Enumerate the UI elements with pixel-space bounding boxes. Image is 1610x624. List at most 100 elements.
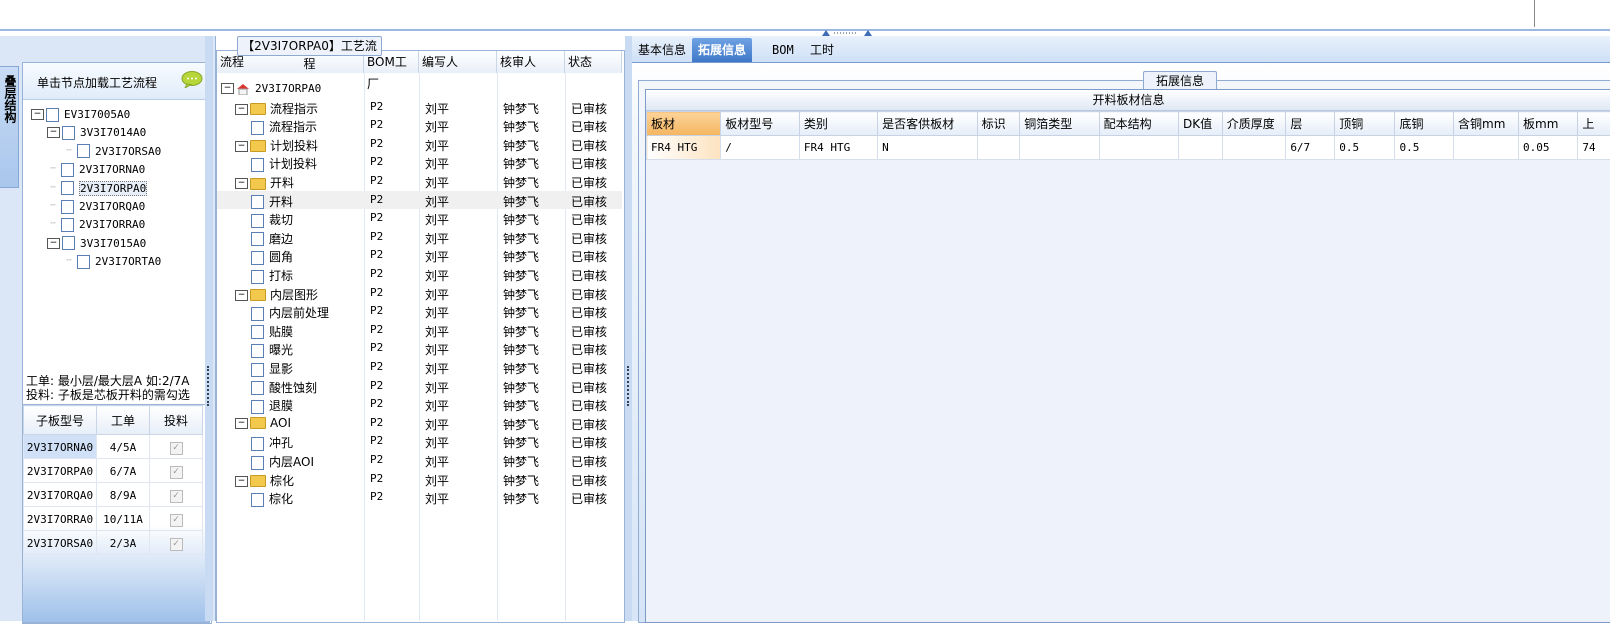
table-row[interactable]: −AOIP2刘平钟梦飞已审核 — [217, 414, 622, 433]
tree-node[interactable]: −3V3I7015A0 — [47, 234, 146, 252]
checkbox[interactable]: ✓ — [170, 490, 183, 503]
expand-toggle-icon[interactable]: ┄ — [47, 184, 59, 193]
table-row[interactable]: 圆角P2刘平钟梦飞已审核 — [217, 246, 622, 265]
grid-cell[interactable]: FR4 HTG — [799, 136, 877, 160]
table-row[interactable]: −计划投料P2刘平钟梦飞已审核 — [217, 135, 622, 154]
sub-table-header[interactable]: 工单 — [97, 406, 150, 435]
expand-toggle-icon[interactable]: ┄ — [47, 165, 59, 174]
expand-toggle-icon[interactable]: − — [47, 238, 60, 249]
sub-table-header[interactable]: 投料 — [150, 406, 203, 435]
table-row[interactable]: 2V3I7ORQA08/9A✓ — [24, 483, 203, 507]
tree-node[interactable]: −EV3I7005A0 — [31, 105, 130, 123]
expand-toggle-icon[interactable]: ┄ — [47, 202, 59, 211]
expand-toggle-icon[interactable]: ┄ — [63, 147, 75, 156]
checkbox[interactable]: ✓ — [170, 514, 183, 527]
table-row[interactable]: 内层前处理P2刘平钟梦飞已审核 — [217, 302, 622, 321]
table-row[interactable]: −开料P2刘平钟梦飞已审核 — [217, 172, 622, 191]
table-row[interactable]: 冲孔P2刘平钟梦飞已审核 — [217, 432, 622, 451]
table-row[interactable]: 内层AOIP2刘平钟梦飞已审核 — [217, 451, 622, 470]
table-row[interactable]: 显影P2刘平钟梦飞已审核 — [217, 358, 622, 377]
table-row[interactable]: 裁切P2刘平钟梦飞已审核 — [217, 209, 622, 228]
expand-toggle-icon[interactable]: − — [235, 141, 248, 152]
grid-column-header[interactable]: 含铜mm — [1454, 112, 1519, 136]
grid-cell[interactable]: 74 — [1578, 136, 1610, 160]
tab-0[interactable]: 基本信息 — [632, 38, 692, 62]
expand-toggle-icon[interactable]: − — [31, 109, 44, 120]
tree-node[interactable]: −3V3I7014A0 — [47, 123, 146, 141]
grid-column-header[interactable]: 上 — [1578, 112, 1610, 136]
grid-column-header[interactable]: DK值 — [1179, 112, 1223, 136]
grid-column-header[interactable]: 类别 — [799, 112, 877, 136]
expand-toggle-icon[interactable]: ┄ — [47, 220, 59, 229]
left-splitter[interactable] — [205, 36, 213, 621]
table-row[interactable]: 2V3I7ORSA02/3A✓ — [24, 531, 203, 555]
grid-cell[interactable] — [1020, 136, 1099, 160]
grid-cell[interactable]: FR4 HTG — [647, 136, 721, 160]
grid-column-header[interactable]: 板mm — [1519, 112, 1578, 136]
grid-column-header[interactable]: 铜箔类型 — [1020, 112, 1099, 136]
expand-toggle-icon[interactable]: − — [221, 83, 234, 94]
column-header[interactable]: 状态 — [565, 51, 622, 73]
table-cell[interactable]: ✓ — [150, 483, 203, 507]
grid-cell[interactable]: 0.5 — [1335, 136, 1395, 160]
grid-column-header[interactable]: 配本结构 — [1099, 112, 1178, 136]
expand-toggle-icon[interactable]: − — [235, 476, 248, 487]
table-row[interactable]: 开料P2刘平钟梦飞已审核 — [217, 191, 622, 210]
grid-cell[interactable]: 0.5 — [1395, 136, 1454, 160]
table-cell[interactable]: ✓ — [150, 459, 203, 483]
tree-node[interactable]: ┄2V3I7ORSA0 — [63, 142, 161, 160]
grid-cell[interactable]: 6/7 — [1286, 136, 1335, 160]
column-header[interactable]: 编写人 — [419, 51, 497, 73]
grid-column-header[interactable]: 介质厚度 — [1222, 112, 1286, 136]
grid-cell[interactable] — [1099, 136, 1178, 160]
grid-column-header[interactable]: 板材 — [647, 112, 721, 136]
grid-column-header[interactable]: 标识 — [977, 112, 1020, 136]
tab-1[interactable]: 拓展信息 — [692, 38, 752, 62]
table-row[interactable]: 酸性蚀刻P2刘平钟梦飞已审核 — [217, 377, 622, 396]
tab-3[interactable]: 工时 — [804, 38, 840, 62]
tree-root-row[interactable]: −2V3I7ORPA0 — [217, 79, 622, 98]
table-row[interactable]: 棕化P2刘平钟梦飞已审核 — [217, 488, 622, 507]
expand-toggle-icon[interactable]: ┄ — [63, 257, 75, 266]
table-row[interactable]: 计划投料P2刘平钟梦飞已审核 — [217, 153, 622, 172]
grid-row[interactable]: FR4 HTG/FR4 HTGN6/70.50.50.0574 — [647, 136, 1610, 160]
grid-cell[interactable] — [1454, 136, 1519, 160]
expand-toggle-icon[interactable]: − — [235, 418, 248, 429]
table-row[interactable]: 2V3I7ORRA010/11A✓ — [24, 507, 203, 531]
table-row[interactable]: −棕化P2刘平钟梦飞已审核 — [217, 470, 622, 489]
table-row[interactable]: 贴膜P2刘平钟梦飞已审核 — [217, 321, 622, 340]
table-cell[interactable]: ✓ — [150, 531, 203, 555]
grid-cell[interactable]: 0.05 — [1519, 136, 1578, 160]
grid-column-header[interactable]: 顶铜 — [1335, 112, 1395, 136]
tree-node[interactable]: ┄2V3I7ORQA0 — [47, 197, 145, 215]
grid-cell[interactable] — [1222, 136, 1286, 160]
grid-cell[interactable]: N — [878, 136, 977, 160]
tree-node[interactable]: ┄2V3I7ORNA0 — [47, 160, 145, 178]
table-row[interactable]: 打标P2刘平钟梦飞已审核 — [217, 265, 622, 284]
expand-toggle-icon[interactable]: − — [47, 127, 60, 138]
table-row[interactable]: 退膜P2刘平钟梦飞已审核 — [217, 395, 622, 414]
column-header[interactable]: 核审人 — [497, 51, 565, 73]
table-row[interactable]: −流程指示P2刘平钟梦飞已审核 — [217, 98, 622, 117]
tree-node[interactable]: ┄2V3I7ORPA0 — [47, 179, 147, 197]
table-cell[interactable]: ✓ — [150, 435, 203, 459]
expand-toggle-icon[interactable]: − — [235, 290, 248, 301]
vertical-tab-structure[interactable]: 叠层结构 — [0, 66, 19, 188]
grid-column-header[interactable]: 是否客供板材 — [878, 112, 977, 136]
tab-2[interactable]: BOM — [766, 38, 800, 62]
grid-column-header[interactable]: 底铜 — [1395, 112, 1454, 136]
checkbox[interactable]: ✓ — [170, 538, 183, 551]
table-row[interactable]: 曝光P2刘平钟梦飞已审核 — [217, 339, 622, 358]
grid-column-header[interactable]: 板材型号 — [721, 112, 800, 136]
expand-toggle-icon[interactable]: − — [235, 178, 248, 189]
grid-cell[interactable] — [977, 136, 1020, 160]
checkbox[interactable]: ✓ — [170, 466, 183, 479]
table-row[interactable]: −内层图形P2刘平钟梦飞已审核 — [217, 284, 622, 303]
sub-table-header[interactable]: 子板型号 — [24, 406, 97, 435]
tree-node[interactable]: ┄2V3I7ORRA0 — [47, 215, 145, 233]
table-row[interactable]: 流程指示P2刘平钟梦飞已审核 — [217, 116, 622, 135]
table-row[interactable]: 磨边P2刘平钟梦飞已审核 — [217, 228, 622, 247]
checkbox[interactable]: ✓ — [170, 442, 183, 455]
expand-toggle-icon[interactable]: − — [235, 104, 248, 115]
tree-node[interactable]: ┄2V3I7ORTA0 — [63, 252, 161, 270]
